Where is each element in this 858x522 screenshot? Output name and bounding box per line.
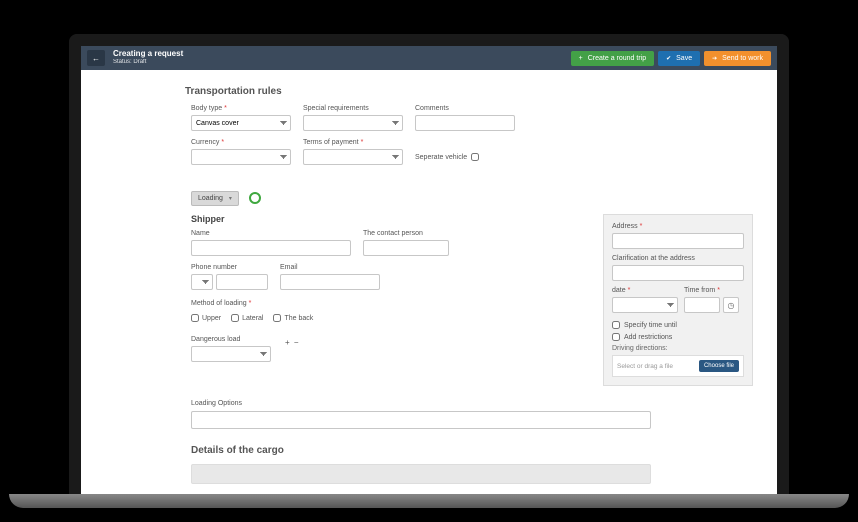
top-bar: Creating a request Status: Draft Create … [81, 46, 777, 70]
add-restrictions-checkbox[interactable] [612, 333, 620, 341]
page-title: Creating a request [113, 50, 567, 59]
method-label: Method of loading [191, 300, 575, 307]
currency-select[interactable] [191, 149, 291, 165]
shipper-title: Shipper [191, 214, 587, 224]
row-add-remove: + − [285, 338, 301, 347]
cargo-row[interactable] [191, 464, 651, 484]
time-from-label: Time from [684, 287, 739, 294]
name-input[interactable] [191, 240, 351, 256]
phone-label: Phone number [191, 264, 268, 271]
add-restrictions-option[interactable]: Add restrictions [612, 333, 744, 341]
body-type-label: Body type [191, 105, 291, 112]
transport-row: Transportation rules Body type Canvas co… [191, 80, 753, 173]
back-button[interactable] [87, 50, 105, 66]
laptop-base [9, 494, 849, 508]
choose-file-button[interactable]: Choose file [699, 360, 739, 372]
terms-label: Terms of payment [303, 139, 403, 146]
comments-input[interactable] [415, 115, 515, 131]
content: Transportation rules Body type Canvas co… [81, 70, 777, 494]
clarification-input[interactable] [612, 265, 744, 281]
back-option[interactable]: The back [273, 314, 313, 322]
name-label: Name [191, 230, 351, 237]
upper-option[interactable]: Upper [191, 314, 221, 322]
address-label: Address [612, 223, 744, 230]
body-type-select[interactable]: Canvas cover [191, 115, 291, 131]
status-circle-icon [249, 192, 261, 204]
specify-until-option[interactable]: Specify time until [612, 321, 744, 329]
special-req-select[interactable] [303, 115, 403, 131]
save-button[interactable]: Save [658, 51, 700, 66]
terms-select[interactable] [303, 149, 403, 165]
create-round-trip-button[interactable]: Create a round trip [571, 51, 654, 66]
separate-vehicle-label: Seperate vehicle [415, 154, 467, 161]
separate-vehicle-checkbox[interactable] [471, 153, 479, 161]
transport-title: Transportation rules [185, 86, 301, 97]
clock-icon[interactable]: ◷ [723, 297, 739, 313]
currency-label: Currency [191, 139, 291, 146]
address-panel: Address Clarification at the address dat… [603, 214, 753, 386]
phone-input[interactable] [216, 274, 268, 290]
clarification-label: Clarification at the address [612, 255, 744, 262]
special-req-label: Special requirements [303, 105, 403, 112]
title-block: Creating a request Status: Draft [113, 50, 567, 65]
send-to-work-button[interactable]: Send to work [704, 51, 771, 66]
upper-checkbox[interactable] [191, 314, 199, 322]
cargo-title: Details of the cargo [191, 445, 753, 456]
contact-input[interactable] [363, 240, 449, 256]
file-drop-placeholder: Select or drag a file [617, 363, 673, 370]
file-drop[interactable]: Select or drag a file Choose file [612, 355, 744, 377]
shipper-section: Shipper Name The contact person [191, 214, 753, 386]
dangerous-label: Dangerous load [191, 336, 575, 343]
directions-label: Driving directions: [612, 345, 744, 352]
time-from-input[interactable] [684, 297, 720, 313]
date-label: date [612, 287, 678, 294]
app-screen: Creating a request Status: Draft Create … [81, 46, 777, 494]
address-input[interactable] [612, 233, 744, 249]
lateral-option[interactable]: Lateral [231, 314, 263, 322]
laptop-frame: Creating a request Status: Draft Create … [69, 34, 789, 494]
loading-dropdown[interactable]: Loading▾ [191, 191, 239, 206]
status-value: Draft [133, 59, 146, 65]
phone-prefix-select[interactable] [191, 274, 213, 290]
status-line: Status: Draft [113, 59, 567, 66]
comments-label: Comments [415, 105, 515, 112]
remove-row-icon[interactable]: − [294, 338, 299, 347]
dangerous-select[interactable] [191, 346, 271, 362]
email-label: Email [280, 264, 380, 271]
back-checkbox[interactable] [273, 314, 281, 322]
date-select[interactable] [612, 297, 678, 313]
email-input[interactable] [280, 274, 380, 290]
status-label: Status: [113, 59, 132, 65]
add-row-icon[interactable]: + [285, 338, 290, 347]
specify-until-checkbox[interactable] [612, 321, 620, 329]
lateral-checkbox[interactable] [231, 314, 239, 322]
loading-options-label: Loading Options [191, 400, 242, 407]
contact-label: The contact person [363, 230, 449, 237]
loading-options-input[interactable] [191, 411, 651, 429]
